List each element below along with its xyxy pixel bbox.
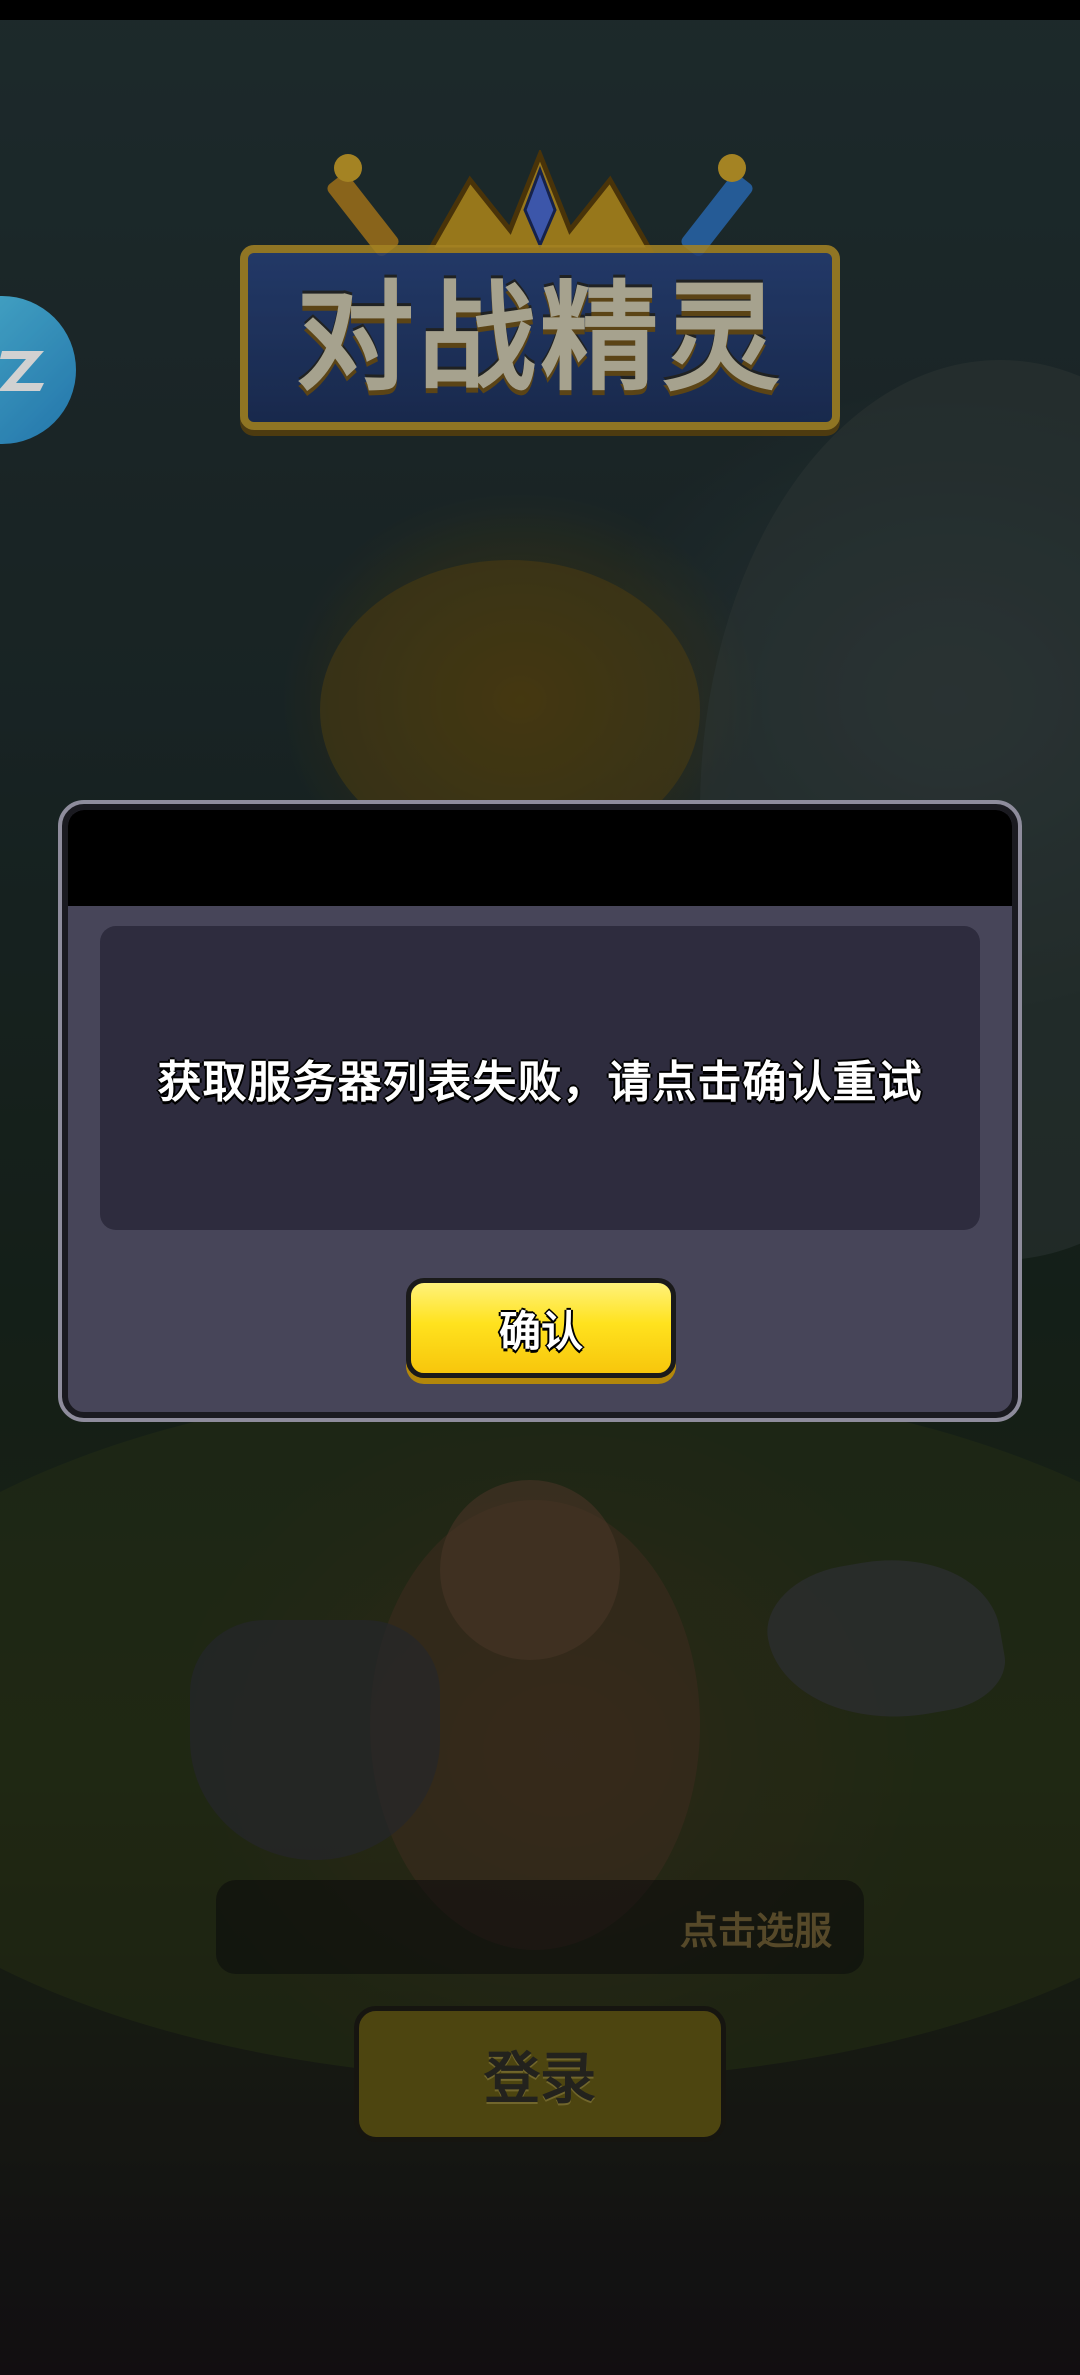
error-dialog: 获取服务器列表失败，请点击确认重试 确认 [58, 800, 1022, 1422]
game-screen: 对战精灵 点击选服 登录 获取服务器列表失败，请点击确认重试 确认 [0, 0, 1080, 2375]
dialog-header [68, 810, 1012, 906]
dialog-message-box: 获取服务器列表失败，请点击确认重试 [100, 926, 980, 1230]
dialog-message: 获取服务器列表失败，请点击确认重试 [157, 1057, 923, 1108]
confirm-button[interactable]: 确认 [406, 1278, 676, 1378]
confirm-label: 确认 [498, 1306, 583, 1356]
